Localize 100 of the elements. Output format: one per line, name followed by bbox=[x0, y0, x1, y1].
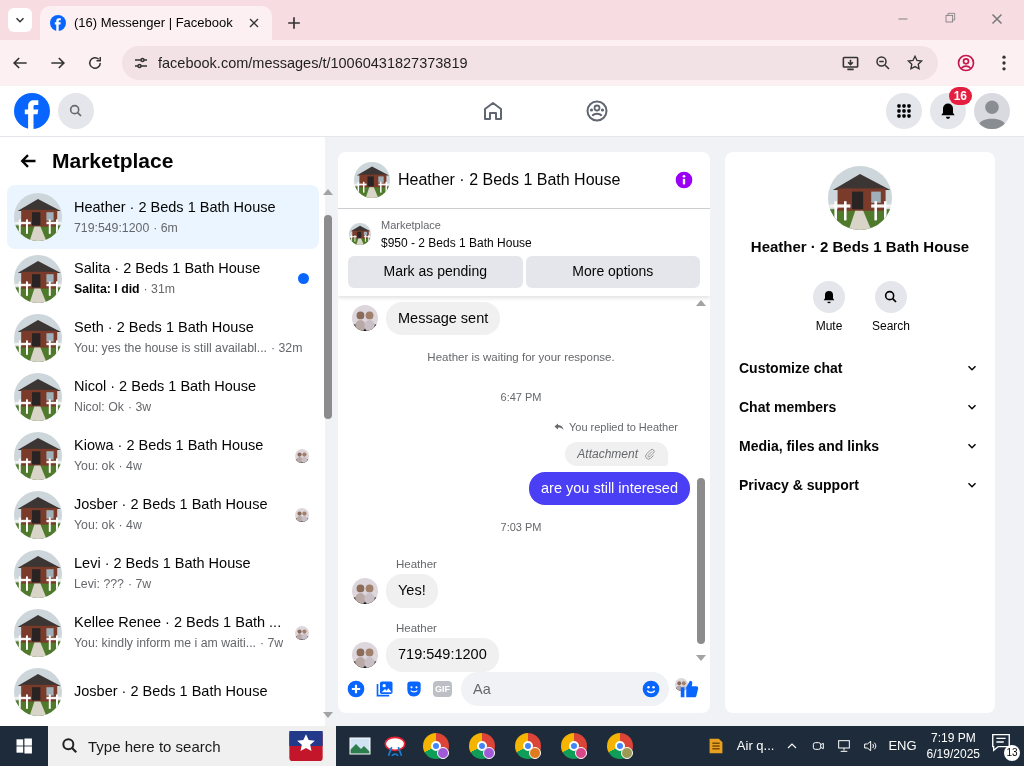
conversation-time: · 6m bbox=[153, 219, 178, 237]
start-icon[interactable] bbox=[14, 736, 34, 756]
conversation-name: Nicol · 2 Beds 1 Bath House bbox=[74, 377, 258, 397]
message-bubble: are you still interesed bbox=[529, 471, 690, 506]
search-button[interactable] bbox=[58, 93, 94, 129]
section-toggle[interactable]: Privacy & support bbox=[739, 465, 981, 505]
sender-name: Heather bbox=[396, 556, 438, 572]
weather-text[interactable]: Air q... bbox=[736, 736, 775, 756]
conversation-preview: You: kindly inform me i am waiti... bbox=[74, 635, 256, 653]
paperclip-icon bbox=[644, 447, 656, 460]
conversation-time: · 31m bbox=[143, 281, 176, 299]
clock-date[interactable]: 6/19/2025 bbox=[926, 746, 980, 762]
conversation-time: · 4w bbox=[118, 517, 142, 535]
conversation-preview: 719:549:1200 bbox=[74, 219, 150, 237]
conversation-item[interactable]: Josber · 2 Beds 1 Bath House You: ok · 4w bbox=[7, 485, 320, 544]
section-toggle[interactable]: Media, files and links bbox=[739, 426, 981, 466]
address-field[interactable]: facebook.com/messages/t/10060431827373819 bbox=[122, 46, 938, 80]
section-toggle[interactable]: Chat members bbox=[739, 387, 981, 427]
conversation-name: Seth · 2 Beds 1 Bath House bbox=[74, 318, 255, 338]
timestamp: 6:47 PM bbox=[499, 389, 543, 405]
zoom-icon[interactable] bbox=[874, 54, 892, 72]
conversation-item[interactable]: Salita · 2 Beds 1 Bath House Salita: I did · 31m bbox=[7, 249, 320, 308]
contact-name: Heather · 2 Beds 1 Bath House bbox=[750, 237, 970, 257]
conversation-preview: Nicol: Ok bbox=[74, 399, 124, 417]
browser-icon[interactable] bbox=[515, 733, 541, 759]
conversation-item[interactable]: Heather · 2 Beds 1 Bath House 719:549:1200 · 6m bbox=[7, 185, 320, 249]
info-icon[interactable] bbox=[674, 170, 694, 190]
browser-icon[interactable] bbox=[469, 733, 495, 759]
bell-icon bbox=[821, 288, 837, 305]
section-toggle[interactable]: Customize chat bbox=[739, 348, 981, 388]
action-label: Mute bbox=[815, 317, 843, 335]
action-label: Search bbox=[872, 317, 910, 335]
attachment-label: Attachment bbox=[577, 445, 638, 463]
conversation-item[interactable]: Levi · 2 Beds 1 Bath House Levi: ??? · 7w bbox=[7, 544, 320, 603]
conversation-name: Salita · 2 Beds 1 Bath House bbox=[74, 259, 262, 279]
listing-action-button[interactable]: Mark as pending bbox=[348, 255, 523, 288]
tab-list-button[interactable] bbox=[8, 8, 32, 32]
message-bubble: Yes! bbox=[386, 574, 438, 608]
conversation-item[interactable]: Kellee Renee · 2 Beds 1 Bath ... You: kindly inform me i am waiti... · 7w bbox=[7, 603, 320, 662]
browser-icon[interactable] bbox=[561, 733, 587, 759]
action-button[interactable] bbox=[813, 280, 845, 313]
conversation-time: · 3w bbox=[127, 399, 152, 417]
browser-icon[interactable] bbox=[607, 733, 633, 759]
chat-title: Heather · 2 Beds 1 Bath House bbox=[398, 170, 622, 190]
conversation-item[interactable]: Nicol · 2 Beds 1 Bath House Nicol: Ok · 3w bbox=[7, 367, 320, 426]
attachment-bubble[interactable]: Attachment bbox=[565, 441, 668, 466]
conversation-preview: You: yes the house is still availabl... bbox=[74, 340, 267, 358]
message-field[interactable]: Aa bbox=[461, 672, 669, 706]
listing-label: Marketplace bbox=[381, 218, 442, 233]
message-bubble: Message sent bbox=[386, 301, 501, 336]
search-icon bbox=[883, 288, 899, 305]
conversation-preview: Levi: ??? bbox=[74, 576, 124, 594]
conversation-item[interactable]: Seth · 2 Beds 1 Bath House You: yes the house is still availabl... · 32m bbox=[7, 308, 320, 367]
conversation-time: · 7w bbox=[260, 635, 284, 653]
favicon-icon bbox=[50, 15, 66, 31]
thumbs-up-icon[interactable] bbox=[678, 678, 700, 700]
reload-icon[interactable] bbox=[86, 54, 104, 72]
notifications-button[interactable] bbox=[930, 93, 966, 129]
conversation-time: · 7w bbox=[127, 576, 152, 594]
chat-notice: Heather is waiting for your response. bbox=[426, 350, 616, 366]
logo-icon[interactable] bbox=[14, 93, 50, 129]
tab-title: (16) Messenger | Facebook bbox=[74, 14, 234, 33]
volume-icon[interactable] bbox=[862, 738, 879, 754]
conversation-name: Josber · 2 Beds 1 Bath House bbox=[74, 681, 269, 701]
account-avatar-icon[interactable] bbox=[974, 93, 1010, 129]
message-bubble: 719:549:1200 bbox=[386, 638, 499, 672]
groups-icon[interactable] bbox=[585, 99, 609, 123]
grid-icon bbox=[894, 101, 914, 121]
network-icon[interactable] bbox=[836, 738, 853, 754]
conversation-preview: You: ok bbox=[74, 517, 115, 535]
sidebar-title: Marketplace bbox=[52, 148, 174, 174]
notification-count: 13 bbox=[1004, 745, 1020, 761]
browser-icon[interactable] bbox=[423, 733, 449, 759]
conversation-time: · 32m bbox=[271, 340, 303, 358]
listing-action-button[interactable]: More options bbox=[525, 255, 700, 288]
conversation-name: Kellee Renee · 2 Beds 1 Bath ... bbox=[74, 613, 283, 633]
browser-tab[interactable]: (16) Messenger | Facebook bbox=[40, 6, 272, 40]
conversation-time: · 4w bbox=[118, 458, 142, 476]
conversation-item[interactable]: Josber · 2 Beds 1 Bath House bbox=[7, 662, 320, 721]
emoji-icon[interactable] bbox=[641, 679, 661, 699]
add-icon[interactable] bbox=[346, 679, 366, 699]
profile-icon[interactable] bbox=[956, 53, 976, 73]
bookmark-star-icon[interactable] bbox=[906, 54, 924, 72]
menu-button[interactable] bbox=[886, 93, 922, 129]
conversation-name: Heather · 2 Beds 1 Bath House bbox=[74, 197, 277, 217]
conversation-item[interactable]: Kiowa · 2 Beds 1 Bath House You: ok · 4w bbox=[7, 426, 320, 485]
language-indicator[interactable]: ENG bbox=[888, 736, 917, 756]
taskbar-search-field[interactable]: Type here to search bbox=[48, 726, 336, 766]
notification-badge: 16 bbox=[948, 87, 972, 105]
home-icon[interactable] bbox=[481, 99, 505, 123]
image-icon[interactable] bbox=[375, 679, 395, 699]
sticker-icon[interactable] bbox=[404, 679, 424, 699]
timestamp: 7:03 PM bbox=[499, 520, 543, 536]
action-button[interactable] bbox=[875, 280, 907, 313]
search-icon bbox=[60, 736, 80, 756]
desktop-app-icon[interactable] bbox=[348, 734, 372, 758]
sender-name: Heather bbox=[396, 620, 438, 636]
clock-time[interactable]: 7:19 PM bbox=[926, 730, 980, 746]
conversation-preview: Salita: I did bbox=[74, 281, 140, 299]
conversation-preview: You: ok bbox=[74, 458, 115, 476]
